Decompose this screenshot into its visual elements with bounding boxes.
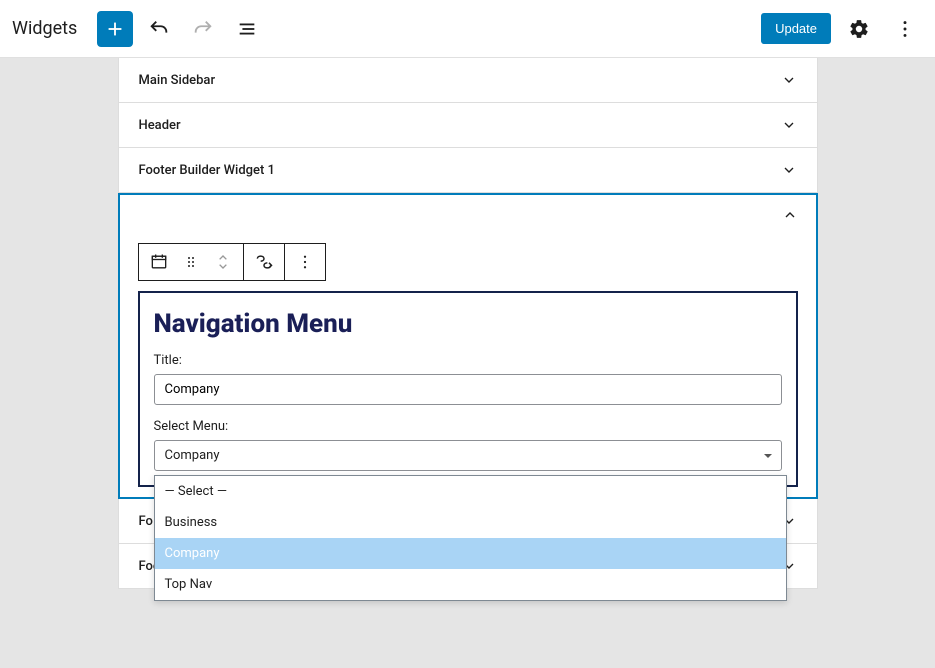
- update-button[interactable]: Update: [761, 13, 831, 44]
- title-field-row: Title:: [154, 353, 782, 405]
- widget-area-open: Navigation Menu Title: Select Menu: Comp…: [118, 193, 818, 499]
- chevron-down-icon: [781, 72, 797, 88]
- area-header-open[interactable]: [120, 195, 816, 235]
- drag-handle-icon[interactable]: [179, 250, 203, 274]
- dropdown-option[interactable]: — Select —: [155, 476, 786, 507]
- area-header[interactable]: Footer Builder Widget 1: [119, 148, 817, 192]
- area-header[interactable]: Header: [119, 103, 817, 147]
- select-menu-dropdown: — Select — Business Company Top Nav: [154, 475, 787, 601]
- toolbar-group-more: [285, 244, 325, 280]
- dropdown-option-selected[interactable]: Company: [155, 538, 786, 569]
- toolbar-group-block: [139, 244, 244, 280]
- redo-button: [185, 11, 221, 47]
- area-label: Footer Builder Widget 1: [139, 163, 275, 178]
- content: Main Sidebar Header Footer Builder Widge…: [118, 58, 818, 589]
- toolbar-group-transform: [244, 244, 285, 280]
- title-input[interactable]: [154, 374, 782, 405]
- chevron-down-icon: [781, 162, 797, 178]
- settings-button[interactable]: [841, 11, 877, 47]
- header-right: Update: [761, 11, 923, 47]
- select-menu-value: Company: [154, 440, 782, 471]
- chevron-up-icon: [782, 207, 798, 223]
- dropdown-option[interactable]: Top Nav: [155, 569, 786, 600]
- navigation-menu-widget: Navigation Menu Title: Select Menu: Comp…: [138, 291, 798, 487]
- select-menu-control[interactable]: Company: [154, 440, 782, 471]
- widget-heading: Navigation Menu: [154, 309, 782, 339]
- header-left: Widgets: [12, 11, 761, 47]
- more-icon[interactable]: [293, 250, 317, 274]
- area-header[interactable]: Main Sidebar: [119, 58, 817, 102]
- move-arrows-icon[interactable]: [211, 250, 235, 274]
- widget-area-main-sidebar: Main Sidebar: [118, 58, 818, 103]
- block-type-icon[interactable]: [147, 250, 171, 274]
- more-options-button[interactable]: [887, 11, 923, 47]
- select-menu-label: Select Menu:: [154, 419, 782, 434]
- widget-area-header: Header: [118, 103, 818, 148]
- add-block-button[interactable]: [97, 11, 133, 47]
- area-label-partial: Fo: [139, 514, 153, 529]
- widget-area-footer-1-collapsed: Footer Builder Widget 1: [118, 148, 818, 193]
- dropdown-option[interactable]: Business: [155, 507, 786, 538]
- title-label: Title:: [154, 353, 782, 368]
- move-to-icon[interactable]: [252, 250, 276, 274]
- list-view-button[interactable]: [229, 11, 265, 47]
- page-title: Widgets: [12, 18, 77, 39]
- area-label: Header: [139, 118, 181, 133]
- chevron-down-icon: [781, 117, 797, 133]
- undo-button[interactable]: [141, 11, 177, 47]
- editor-header: Widgets Update: [0, 0, 935, 58]
- block-toolbar: [138, 243, 326, 281]
- area-label: Main Sidebar: [139, 73, 216, 88]
- select-menu-row: Select Menu: Company — Select — Business…: [154, 419, 782, 471]
